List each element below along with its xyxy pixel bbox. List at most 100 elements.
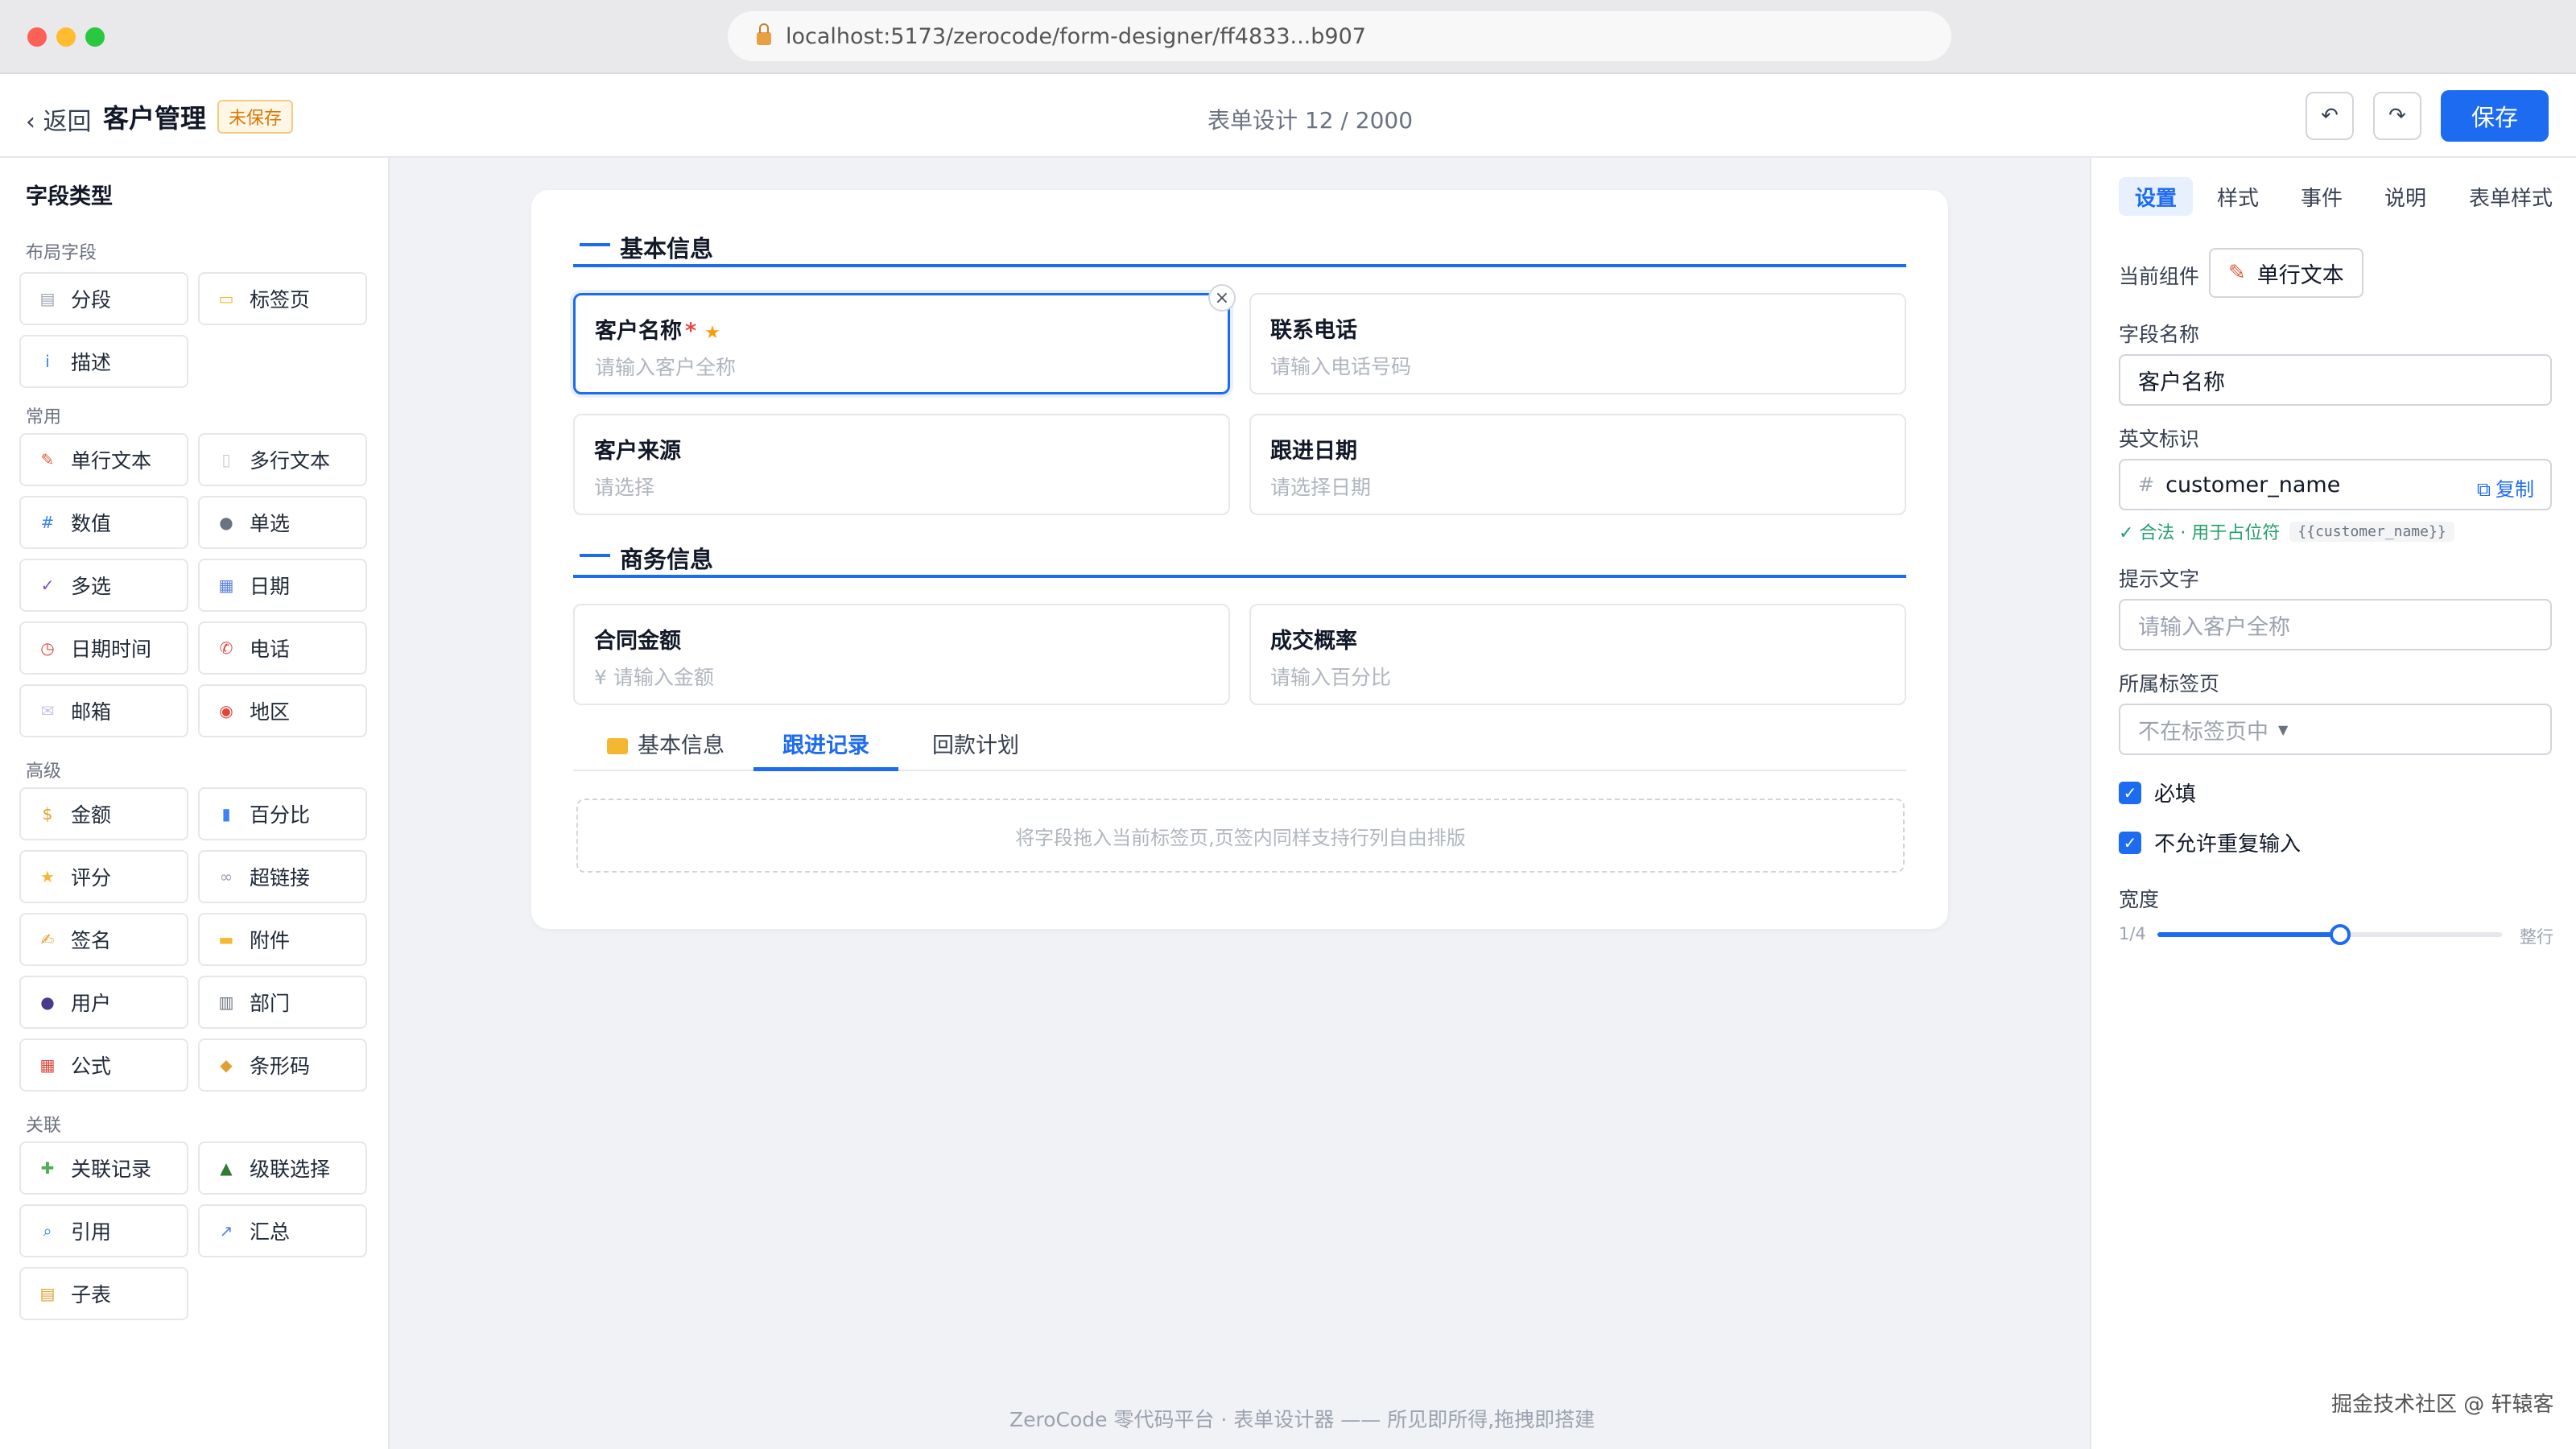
field-type-tile[interactable]: ✓ 多选 bbox=[19, 559, 188, 612]
field-type-icon: $ bbox=[42, 804, 53, 824]
section-header-business[interactable]: 商务信息 bbox=[573, 533, 1906, 578]
field-type-tile[interactable]: ✆ 电话 bbox=[198, 621, 367, 675]
field-type-tile[interactable]: ▭ 标签页 bbox=[198, 272, 367, 325]
field-phone[interactable]: 联系电话 请输入电话号码 bbox=[1249, 293, 1906, 394]
field-type-tile[interactable]: ▦ 日期 bbox=[198, 559, 367, 612]
field-customer-name[interactable]: 客户名称 * ★ 请输入客户全称 × bbox=[573, 284, 1236, 394]
field-type-panel: 字段类型 布局字段 常用 高级 关联 ▤ 分段 ▭ 标签页 i 描述 ✎ 单行文本 ▯ 多行文本 #… bbox=[0, 158, 390, 1449]
field-label: 合同金额 bbox=[594, 629, 681, 654]
field-type-tile[interactable]: # 数值 bbox=[19, 496, 188, 549]
copy-button[interactable]: ⧉ 复制 bbox=[2477, 473, 2534, 502]
hint-text-input[interactable]: 请输入客户全称 bbox=[2119, 599, 2552, 650]
field-type-icon: ∞ bbox=[219, 867, 233, 886]
field-type-label: 多选 bbox=[71, 575, 112, 598]
field-type-tile[interactable]: ★ 评分 bbox=[19, 850, 188, 903]
field-followup-date[interactable]: 跟进日期 请选择日期 bbox=[1249, 414, 1906, 515]
field-placeholder: 请输入客户全称 bbox=[595, 356, 737, 379]
group-label-relation: 关联 bbox=[26, 1116, 62, 1136]
field-label: 客户来源 bbox=[594, 439, 681, 464]
window-close-button[interactable] bbox=[27, 27, 47, 47]
field-type-tile[interactable]: ● 用户 bbox=[19, 976, 188, 1029]
tab-events[interactable]: 事件 bbox=[2285, 177, 2359, 216]
field-type-tile[interactable]: ◆ 条形码 bbox=[198, 1038, 367, 1092]
field-type-tile[interactable]: ⌕ 引用 bbox=[19, 1204, 188, 1257]
tab-basic-info[interactable]: 基本信息 bbox=[607, 728, 724, 771]
slider-max-label: 整行 bbox=[2520, 927, 2553, 947]
field-type-label: 百分比 bbox=[250, 803, 311, 827]
required-mark: * bbox=[685, 319, 697, 344]
field-type-label: 单行文本 bbox=[71, 449, 152, 473]
field-name-label: 字段名称 bbox=[2119, 323, 2200, 346]
field-type-icon: ▥ bbox=[218, 993, 234, 1012]
tab-payment-plan[interactable]: 回款计划 bbox=[932, 728, 1019, 771]
field-type-label: 子表 bbox=[71, 1283, 112, 1307]
field-type-tile[interactable]: ▥ 部门 bbox=[198, 976, 367, 1029]
slider-track[interactable] bbox=[2157, 924, 2502, 945]
field-type-icon: ▤ bbox=[39, 289, 56, 308]
address-bar[interactable]: localhost:5173/zerocode/form-designer/ff… bbox=[728, 11, 1951, 61]
english-id-input[interactable]: # customer_name ⧉ 复制 bbox=[2119, 459, 2552, 510]
field-type-label: 分段 bbox=[71, 288, 112, 312]
field-type-tile[interactable]: ▤ 分段 bbox=[19, 272, 188, 325]
field-type-tile[interactable]: ✚ 关联记录 bbox=[19, 1141, 188, 1195]
folder-icon bbox=[607, 738, 628, 754]
field-type-tile[interactable]: ✎ 单行文本 bbox=[19, 433, 188, 486]
field-type-tile[interactable]: ◉ 地区 bbox=[198, 684, 367, 737]
field-type-tile[interactable]: $ 金额 bbox=[19, 787, 188, 840]
field-type-tile[interactable]: ◷ 日期时间 bbox=[19, 621, 188, 675]
field-type-tile[interactable]: ∞ 超链接 bbox=[198, 850, 367, 903]
field-type-tile[interactable]: i 描述 bbox=[19, 335, 188, 388]
field-placeholder: 请输入电话号码 bbox=[1270, 355, 1412, 378]
field-deal-probability[interactable]: 成交概率 请输入百分比 bbox=[1249, 604, 1906, 705]
tab-followup[interactable]: 跟进记录 bbox=[753, 728, 898, 771]
current-component-chip: ✎ 单行文本 bbox=[2209, 248, 2363, 298]
tab-belong-select[interactable]: 不在标签页中 ▼ bbox=[2119, 704, 2552, 755]
field-customer-source[interactable]: 客户来源 请选择 bbox=[573, 414, 1230, 515]
field-type-icon: ✍ bbox=[40, 930, 55, 949]
tab-settings[interactable]: 设置 bbox=[2119, 177, 2193, 216]
field-type-label: 引用 bbox=[71, 1220, 112, 1244]
tab-drop-zone[interactable]: 将字段拖入当前标签页,页签内同样支持行列自由排版 bbox=[576, 799, 1905, 873]
required-checkbox[interactable]: ✓ 必填 bbox=[2119, 778, 2196, 807]
field-contract-amount[interactable]: 合同金额 ¥ 请输入金额 bbox=[573, 604, 1230, 705]
window-zoom-button[interactable] bbox=[85, 27, 105, 47]
section-header-basic[interactable]: 基本信息 bbox=[573, 222, 1906, 267]
field-type-tile[interactable]: ▦ 公式 bbox=[19, 1038, 188, 1092]
field-type-tile[interactable]: ▤ 子表 bbox=[19, 1267, 188, 1320]
field-type-tile[interactable]: ↗ 汇总 bbox=[198, 1204, 367, 1257]
field-type-label: 汇总 bbox=[250, 1220, 291, 1244]
field-type-icon: ✓ bbox=[40, 576, 55, 595]
field-type-tile[interactable]: ▯ 多行文本 bbox=[198, 433, 367, 486]
field-name-input[interactable]: 客户名称 bbox=[2119, 354, 2552, 406]
unsaved-badge: 未保存 bbox=[217, 100, 294, 134]
redo-button[interactable]: ↷ bbox=[2373, 92, 2421, 140]
hash-icon: # bbox=[2138, 473, 2155, 496]
checkbox-checked-icon: ✓ bbox=[2119, 781, 2141, 804]
field-type-icon: ★ bbox=[40, 867, 55, 886]
back-button[interactable]: ‹ 返回 bbox=[26, 101, 92, 137]
field-type-tile[interactable]: ✍ 签名 bbox=[19, 913, 188, 966]
no-duplicate-checkbox[interactable]: ✓ 不允许重复输入 bbox=[2119, 828, 2301, 857]
undo-button[interactable]: ↶ bbox=[2306, 92, 2354, 140]
save-button[interactable]: 保存 bbox=[2441, 90, 2549, 142]
english-id-label: 英文标识 bbox=[2119, 427, 2200, 451]
field-type-tile[interactable]: ▲ 级联选择 bbox=[198, 1141, 367, 1195]
tab-belong-label: 所属标签页 bbox=[2119, 672, 2220, 696]
section-title: 商务信息 bbox=[620, 546, 714, 573]
tab-form-style[interactable]: 表单样式 bbox=[2450, 177, 2571, 216]
tab-description[interactable]: 说明 bbox=[2368, 177, 2442, 216]
pencil-icon: ✎ bbox=[2228, 261, 2246, 285]
tab-style[interactable]: 样式 bbox=[2201, 177, 2275, 216]
field-type-label: 单选 bbox=[250, 512, 291, 535]
field-type-label: 评分 bbox=[71, 866, 112, 890]
field-type-tile[interactable]: ▮ 百分比 bbox=[198, 787, 367, 840]
slider-thumb[interactable] bbox=[2329, 924, 2351, 945]
width-slider[interactable]: 1/4 整行 bbox=[2119, 918, 2553, 950]
field-type-tile[interactable]: ✉ 邮箱 bbox=[19, 684, 188, 737]
app-header: ‹ 返回 客户管理 未保存 表单设计 12 / 2000 ↶ ↷ 保存 bbox=[0, 74, 2576, 158]
field-type-tile[interactable]: ▬ 附件 bbox=[198, 913, 367, 966]
close-icon[interactable]: × bbox=[1208, 284, 1236, 312]
window-minimize-button[interactable] bbox=[56, 27, 76, 47]
field-type-tile[interactable]: ● 单选 bbox=[198, 496, 367, 549]
field-type-label: 地区 bbox=[250, 700, 291, 724]
